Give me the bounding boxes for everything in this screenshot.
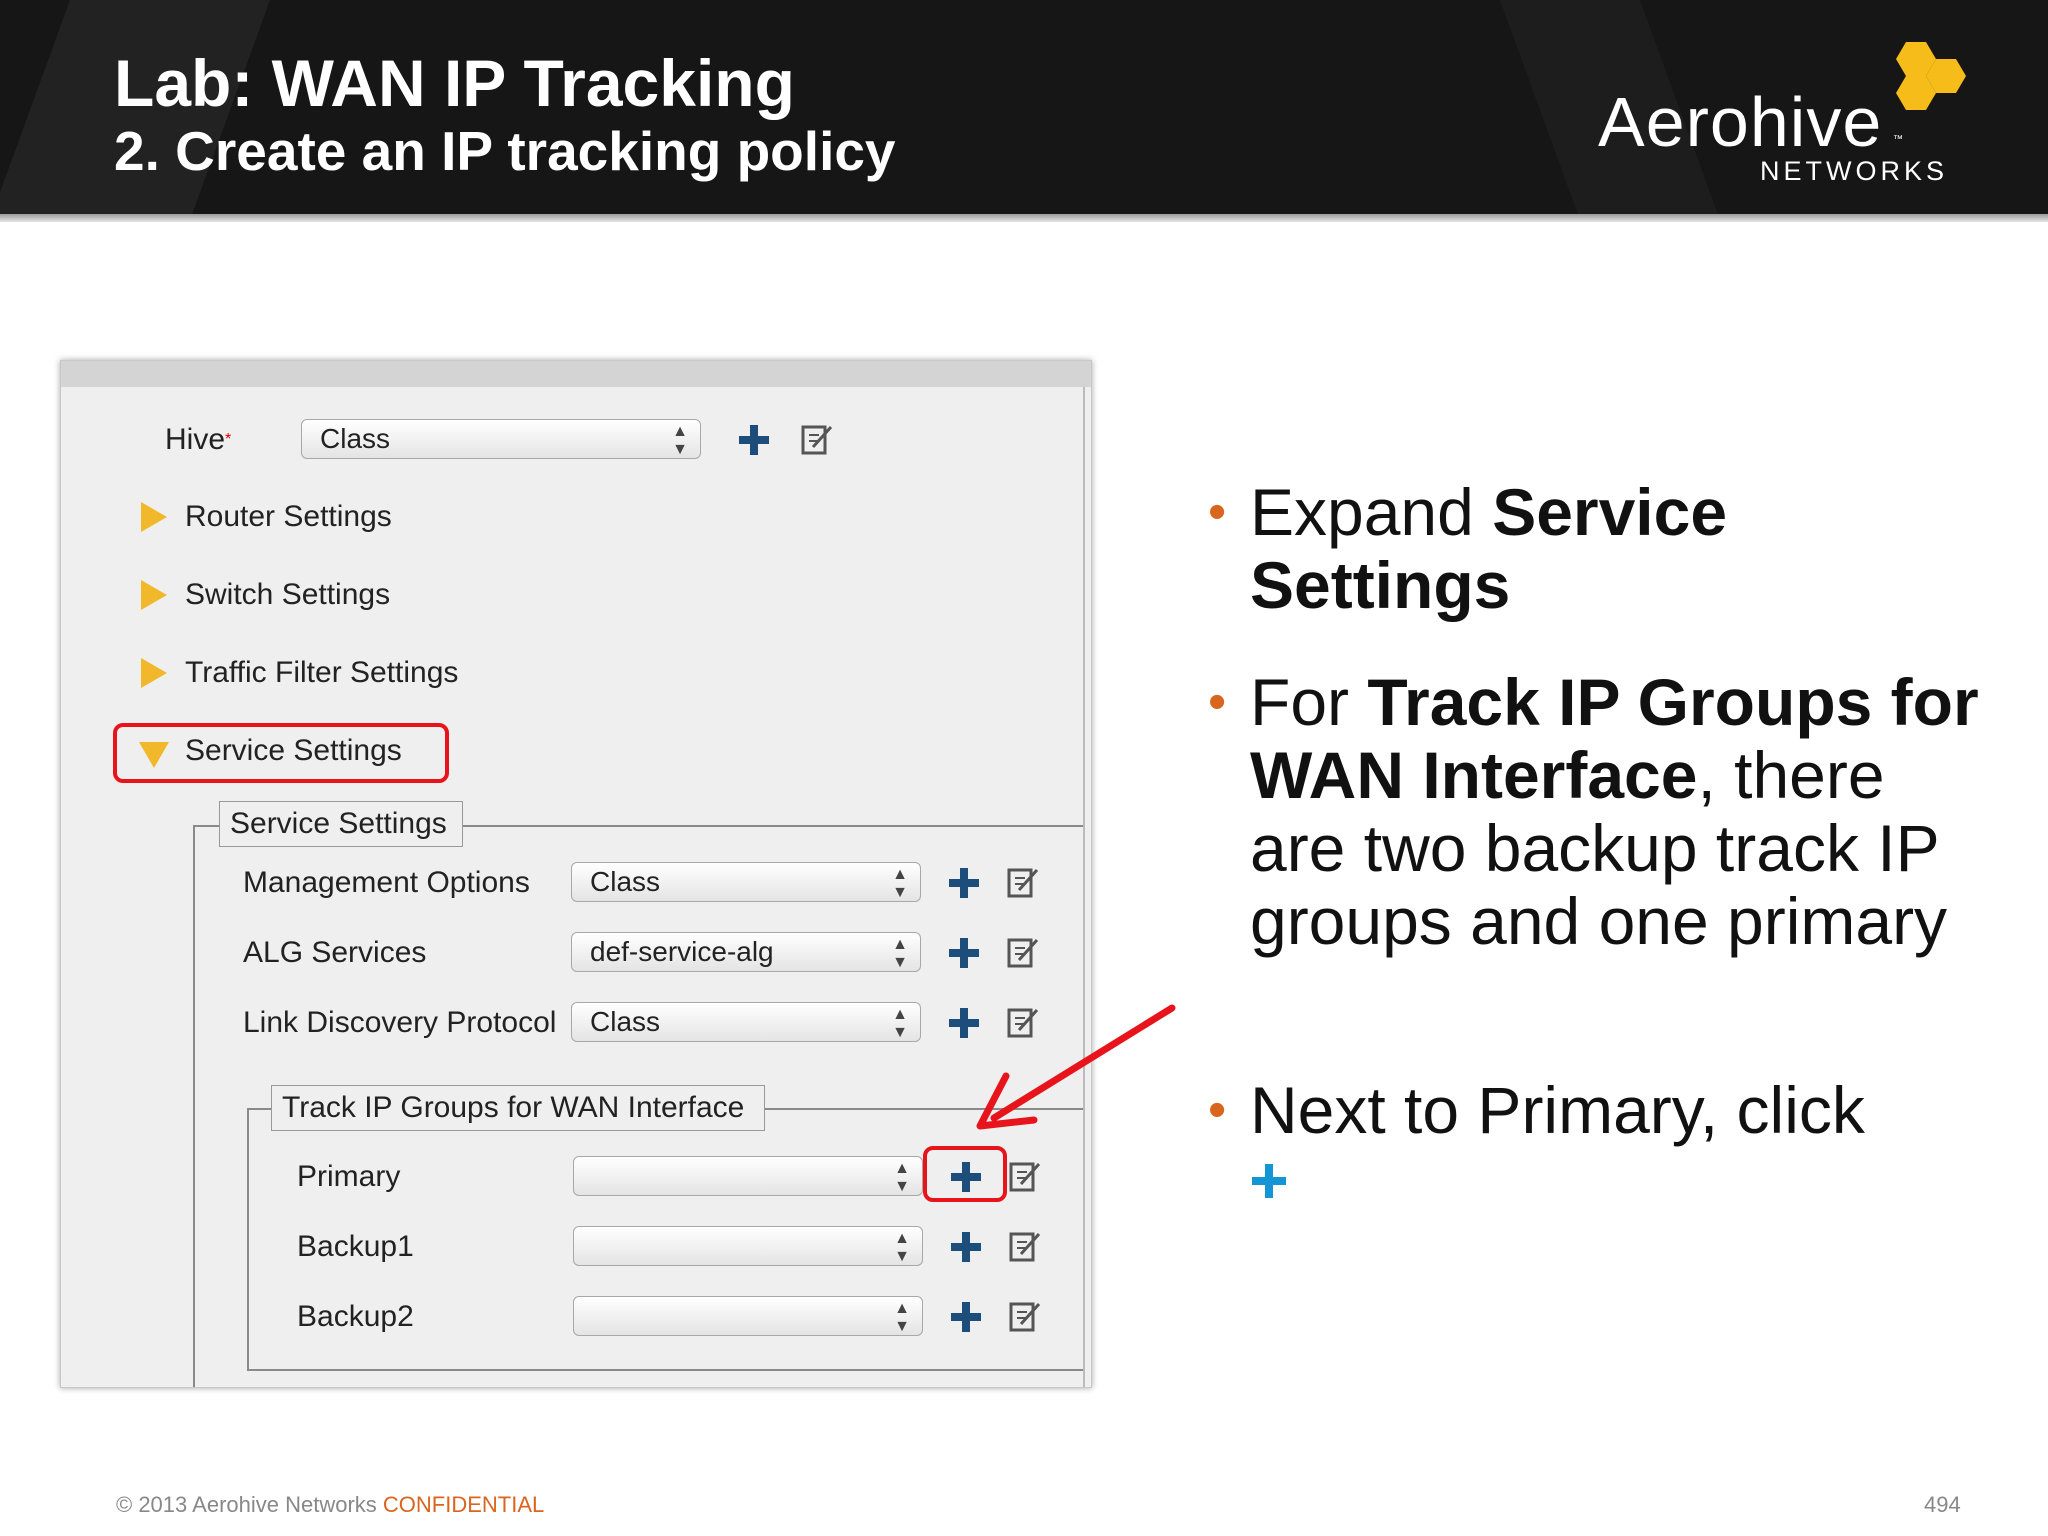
footer-copyright: © 2013 Aerohive Networks CONFIDENTIAL: [116, 1492, 545, 1517]
track-ip-groups-legend: Track IP Groups for WAN Interface: [271, 1085, 765, 1131]
slide-subtitle: 2. Create an IP tracking policy: [114, 120, 896, 182]
slide-title: Lab: WAN IP Tracking: [114, 46, 795, 120]
bullet-dot: •: [1208, 1081, 1227, 1139]
select-arrows-icon: ▲ ▼: [892, 866, 908, 901]
expand-arrow-icon: [141, 658, 167, 688]
backup2-label: Backup2: [297, 1300, 414, 1333]
fieldset-border: [193, 825, 195, 1387]
fieldset-border: [247, 1108, 249, 1370]
alg-services-select[interactable]: def-service-alg ▲ ▼: [571, 932, 921, 972]
edit-primary-icon[interactable]: [1007, 1160, 1041, 1194]
panel-edge: [1083, 387, 1085, 1387]
management-options-select[interactable]: Class ▲ ▼: [571, 862, 921, 902]
header-divider: [0, 214, 2048, 222]
panel-top-bar: [61, 361, 1091, 387]
primary-plus-highlight: [923, 1146, 1007, 1202]
hive-select[interactable]: Class ▲ ▼: [301, 419, 701, 459]
backup2-select[interactable]: ▲ ▼: [573, 1296, 923, 1336]
bullet-expand-service-settings: • Expand Service Settings: [1208, 475, 1728, 622]
edit-hive-icon[interactable]: [799, 423, 833, 457]
logo-trademark: ™: [1893, 134, 1903, 145]
expand-arrow-icon: [141, 502, 167, 532]
add-backup2-plus-icon[interactable]: [949, 1300, 983, 1334]
config-screenshot-panel: Hive* Class ▲ ▼ Router Settings Switch Se…: [60, 360, 1092, 1388]
section-label: Switch Settings: [185, 578, 391, 611]
alg-services-label: ALG Services: [243, 936, 427, 969]
logo-wordmark: Aerohive: [1598, 83, 1883, 161]
bullet-dot: •: [1208, 483, 1227, 541]
select-arrows-icon: ▲ ▼: [894, 1160, 910, 1195]
section-label: Router Settings: [185, 500, 392, 533]
footer-confidential: CONFIDENTIAL: [382, 1492, 545, 1517]
management-options-label: Management Options: [243, 866, 530, 899]
backup1-select[interactable]: ▲ ▼: [573, 1226, 923, 1266]
add-backup1-plus-icon[interactable]: [949, 1230, 983, 1264]
select-arrows-icon: ▲ ▼: [672, 423, 688, 458]
page-number: 494: [1924, 1492, 1961, 1517]
bullet-next-to-primary: • Next to Primary, click: [1208, 1073, 1865, 1147]
slide-header: Lab: WAN IP Tracking 2. Create an IP tra…: [0, 0, 2048, 214]
select-arrows-icon: ▲ ▼: [894, 1230, 910, 1265]
red-pointer-arrow-icon: [976, 1004, 1176, 1130]
bullet-dot: •: [1208, 673, 1227, 731]
edit-backup2-icon[interactable]: [1007, 1300, 1041, 1334]
add-hive-plus-icon[interactable]: [737, 423, 771, 457]
blue-plus-icon: [1252, 1164, 1286, 1198]
select-arrows-icon: ▲ ▼: [892, 936, 908, 971]
edit-alg-services-icon[interactable]: [1005, 936, 1039, 970]
edit-management-options-icon[interactable]: [1005, 866, 1039, 900]
service-settings-highlight: [113, 723, 449, 783]
select-arrows-icon: ▲ ▼: [892, 1006, 908, 1041]
fieldset-border: [247, 1369, 1083, 1371]
select-arrows-icon: ▲ ▼: [894, 1300, 910, 1335]
link-discovery-protocol-label: Link Discovery Protocol: [243, 1006, 557, 1039]
link-discovery-protocol-select[interactable]: Class ▲ ▼: [571, 1002, 921, 1042]
logo-tagline: NETWORKS: [1760, 156, 1949, 186]
bullet-track-ip-groups: • For Track IP Groups for WAN Interface,…: [1208, 665, 1979, 958]
hive-label: Hive*: [165, 423, 232, 456]
service-settings-legend: Service Settings: [219, 801, 463, 847]
edit-backup1-icon[interactable]: [1007, 1230, 1041, 1264]
primary-select[interactable]: ▲ ▼: [573, 1156, 923, 1196]
section-label: Traffic Filter Settings: [185, 656, 459, 689]
add-alg-services-plus-icon[interactable]: [947, 936, 981, 970]
primary-label: Primary: [297, 1160, 401, 1193]
backup1-label: Backup1: [297, 1230, 414, 1263]
expand-arrow-icon: [141, 580, 167, 610]
add-management-options-plus-icon[interactable]: [947, 866, 981, 900]
